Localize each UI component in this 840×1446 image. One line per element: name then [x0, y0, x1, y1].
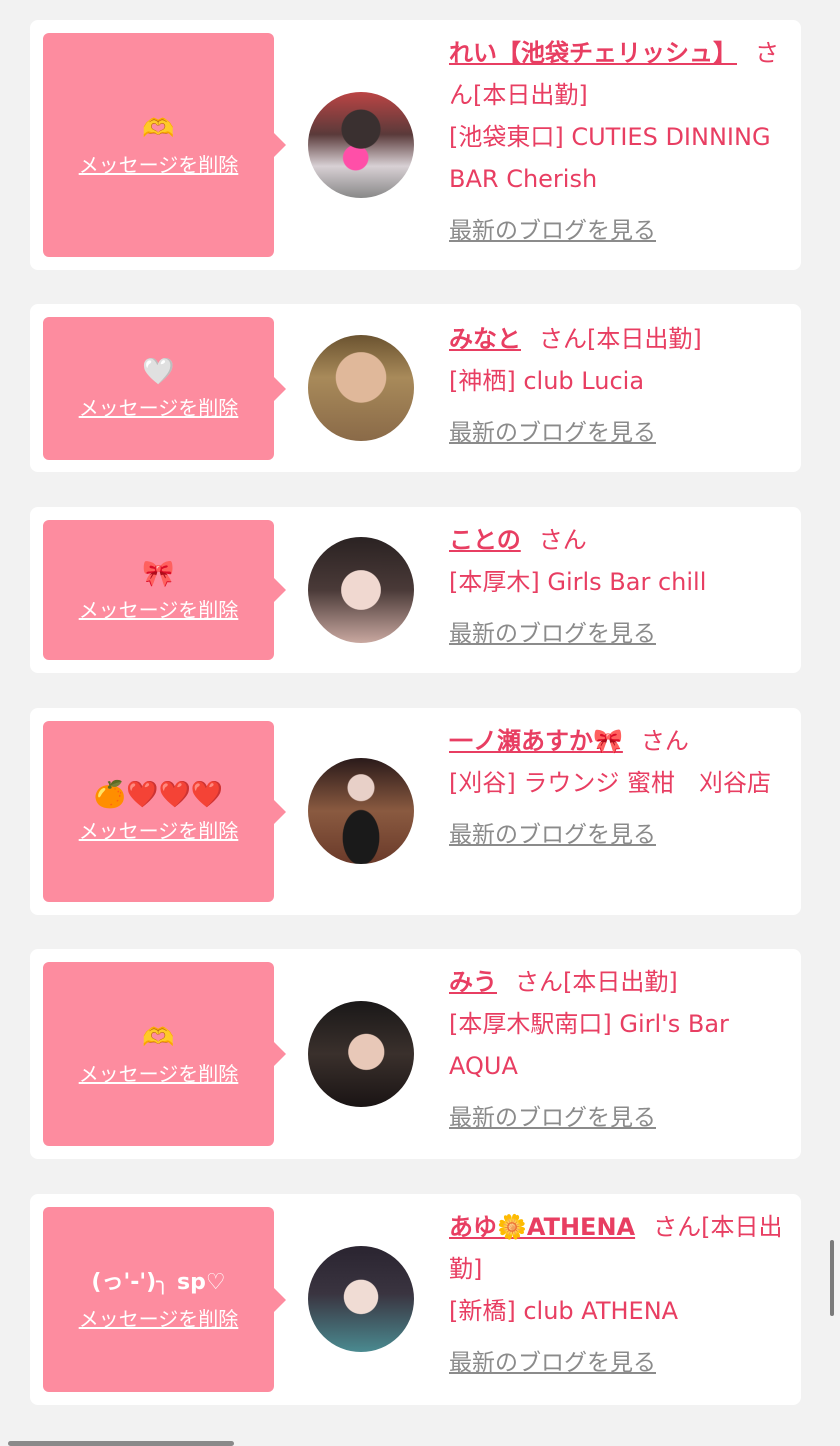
latest-blog-link[interactable]: 最新のブログを見る — [449, 613, 794, 655]
delete-message-link[interactable]: メッセージを削除 — [79, 392, 239, 421]
shop-name: [本厚木] Girls Bar chill — [449, 568, 707, 596]
message-emoji: 🫶 — [142, 113, 175, 144]
shop-name: [池袋東口] CUTIES DINNING BAR Cherish — [449, 123, 771, 193]
cast-info: みなと さん[本日出勤] [神栖] club Lucia 最新のブログを見る — [449, 318, 794, 454]
message-bubble: (っ'-')╮ sp♡ メッセージを削除 — [43, 1207, 286, 1392]
horizontal-scrollbar[interactable] — [8, 1441, 234, 1446]
avatar[interactable] — [308, 92, 414, 198]
message-card: 🍊❤️❤️❤️ メッセージを削除 一ノ瀬あすか🎀 さん [刈谷] ラウンジ 蜜柑 … — [30, 708, 801, 915]
shop-name: [本厚木駅南口] Girl's Bar AQUA — [449, 1010, 729, 1080]
shop-name: [刈谷] ラウンジ 蜜柑 刈谷店 — [449, 769, 771, 797]
delete-message-link[interactable]: メッセージを削除 — [79, 1303, 239, 1332]
shop-name: [新橋] club ATHENA — [449, 1297, 679, 1325]
message-card: (っ'-')╮ sp♡ メッセージを削除 あゆ🌼ATHENA さん[本日出勤] [… — [30, 1194, 801, 1405]
shop-name: [神栖] club Lucia — [449, 367, 645, 395]
message-bubble: 🎀 メッセージを削除 — [43, 520, 286, 660]
latest-blog-link[interactable]: 最新のブログを見る — [449, 210, 794, 252]
delete-message-link[interactable]: メッセージを削除 — [79, 1058, 239, 1087]
avatar[interactable] — [308, 758, 414, 864]
latest-blog-link[interactable]: 最新のブログを見る — [449, 1342, 794, 1384]
cast-info: ことの さん [本厚木] Girls Bar chill 最新のブログを見る — [449, 519, 794, 655]
message-emoji: (っ'-')╮ sp♡ — [91, 1270, 226, 1295]
cast-info: 一ノ瀬あすか🎀 さん [刈谷] ラウンジ 蜜柑 刈谷店 最新のブログを見る — [449, 720, 794, 856]
message-emoji: 🫶 — [142, 1022, 175, 1053]
attendance-status: [本日出勤] — [563, 968, 678, 996]
cast-name-link[interactable]: みなと — [449, 325, 521, 353]
avatar[interactable] — [308, 537, 414, 643]
cast-name-link[interactable]: みう — [449, 968, 497, 996]
san-label: さん — [539, 325, 587, 353]
san-label: さん — [538, 526, 587, 554]
message-bubble: 🫶 メッセージを削除 — [43, 962, 286, 1146]
message-bubble: 🍊❤️❤️❤️ メッセージを削除 — [43, 721, 286, 902]
cast-name-link[interactable]: あゆ🌼ATHENA — [449, 1213, 635, 1241]
message-card: 🎀 メッセージを削除 ことの さん [本厚木] Girls Bar chill 最… — [30, 507, 801, 673]
message-emoji: 🎀 — [142, 558, 175, 589]
cast-info: れい【池袋チェリッシュ】 さん[本日出勤] [池袋東口] CUTIES DINNI… — [449, 32, 794, 252]
delete-message-link[interactable]: メッセージを削除 — [79, 594, 239, 623]
cast-info: あゆ🌼ATHENA さん[本日出勤] [新橋] club ATHENA 最新のブロ… — [449, 1206, 794, 1384]
cast-name-link[interactable]: れい【池袋チェリッシュ】 — [449, 39, 737, 67]
attendance-status: [本日出勤] — [587, 325, 702, 353]
avatar[interactable] — [308, 1001, 414, 1107]
san-label: さん — [640, 727, 689, 755]
message-emoji: 🍊❤️❤️❤️ — [93, 780, 224, 810]
vertical-scrollbar[interactable] — [830, 1240, 834, 1316]
san-label: さん — [515, 968, 563, 996]
delete-message-link[interactable]: メッセージを削除 — [79, 815, 239, 844]
cast-name-link[interactable]: ことの — [449, 526, 521, 554]
cast-name-link[interactable]: 一ノ瀬あすか🎀 — [449, 727, 623, 755]
message-bubble: 🤍 メッセージを削除 — [43, 317, 286, 460]
delete-message-link[interactable]: メッセージを削除 — [79, 149, 239, 178]
avatar[interactable] — [308, 1246, 414, 1352]
latest-blog-link[interactable]: 最新のブログを見る — [449, 412, 794, 454]
message-bubble: 🫶 メッセージを削除 — [43, 33, 286, 257]
avatar[interactable] — [308, 335, 414, 441]
message-card: 🤍 メッセージを削除 みなと さん[本日出勤] [神栖] club Lucia 最… — [30, 304, 801, 472]
message-card: 🫶 メッセージを削除 みう さん[本日出勤] [本厚木駅南口] Girl's Ba… — [30, 949, 801, 1159]
latest-blog-link[interactable]: 最新のブログを見る — [449, 814, 794, 856]
message-emoji: 🤍 — [142, 357, 175, 387]
latest-blog-link[interactable]: 最新のブログを見る — [449, 1097, 794, 1139]
message-card: 🫶 メッセージを削除 れい【池袋チェリッシュ】 さん[本日出勤] [池袋東口] C… — [30, 20, 801, 270]
san-label: さん — [653, 1213, 702, 1241]
attendance-status: [本日出勤] — [473, 81, 588, 109]
cast-info: みう さん[本日出勤] [本厚木駅南口] Girl's Bar AQUA 最新のブ… — [449, 961, 794, 1139]
